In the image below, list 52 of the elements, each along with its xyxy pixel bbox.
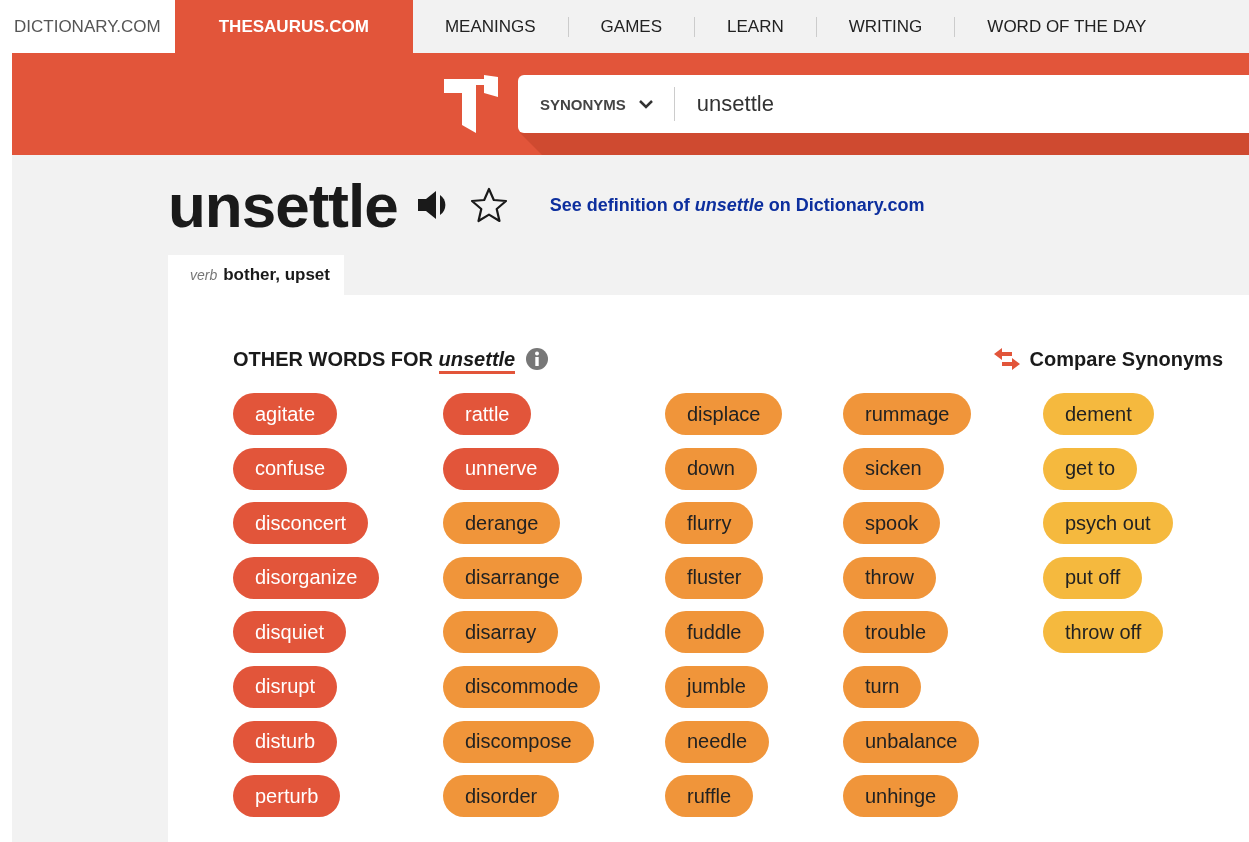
synonym-chip[interactable]: disrupt: [233, 665, 338, 708]
synonym-chip[interactable]: sicken: [843, 447, 944, 490]
synonym-chip[interactable]: disturb: [233, 720, 338, 763]
synonym-chip[interactable]: ruffle: [665, 775, 754, 818]
info-icon[interactable]: [525, 347, 550, 371]
synonym-chip[interactable]: throw off: [1043, 611, 1164, 654]
synonym-chip[interactable]: unnerve: [443, 447, 560, 490]
synonym-chip[interactable]: disarrange: [443, 556, 582, 599]
part-of-speech: verb: [190, 267, 218, 283]
star-icon[interactable]: [469, 187, 508, 223]
chevron-down-icon: [637, 99, 654, 109]
synonym-chip[interactable]: displace: [665, 393, 783, 435]
synonym-chip[interactable]: discompose: [443, 720, 594, 763]
synonym-chip[interactable]: perturb: [233, 775, 341, 818]
synonym-chip[interactable]: derange: [443, 502, 561, 545]
synonym-chip[interactable]: jumble: [665, 665, 768, 708]
synonym-chip[interactable]: unbalance: [843, 720, 980, 763]
synonym-chip[interactable]: psych out: [1043, 502, 1173, 545]
search-field[interactable]: SYNONYMS unsettle: [518, 75, 1249, 133]
section-heading: OTHER WORDS FOR unsettle: [233, 347, 516, 371]
headword: unsettle: [168, 169, 398, 241]
synonym-chip[interactable]: down: [665, 447, 757, 490]
synonym-chip[interactable]: disorder: [443, 775, 560, 818]
synonym-chip[interactable]: disorganize: [233, 556, 380, 599]
synonym-chip[interactable]: discommode: [443, 665, 601, 708]
nav-tab[interactable]: DICTIONARY.COM: [0, 0, 175, 53]
synonym-chip[interactable]: put off: [1043, 556, 1143, 599]
mode-dropdown[interactable]: SYNONYMS: [518, 87, 675, 121]
synonym-chip[interactable]: spook: [843, 502, 941, 545]
synonym-chip[interactable]: disquiet: [233, 611, 346, 654]
synonym-chip[interactable]: unhinge: [843, 775, 959, 818]
synonym-chip[interactable]: agitate: [233, 393, 338, 435]
synonym-chip[interactable]: trouble: [843, 611, 949, 654]
synonym-chip[interactable]: get to: [1043, 447, 1138, 490]
definition-link[interactable]: See definition of unsettle on Dictionary.com: [549, 194, 925, 216]
synonym-chip[interactable]: disconcert: [233, 502, 369, 545]
synonym-chip[interactable]: rattle: [443, 393, 532, 435]
synonym-chip[interactable]: fuddle: [665, 611, 764, 654]
synonym-chip[interactable]: fluster: [665, 556, 764, 599]
logo-icon: [444, 75, 498, 133]
sense-tab[interactable]: verb bother, upset: [168, 255, 344, 295]
synonym-chip[interactable]: needle: [665, 720, 770, 763]
synonym-chip[interactable]: flurry: [665, 502, 754, 545]
sense-label: bother, upset: [223, 265, 330, 285]
compare-synonyms-link[interactable]: Compare Synonyms: [991, 347, 1223, 371]
nav-tab[interactable]: THESAURUS.COM: [174, 0, 413, 53]
synonym-chip[interactable]: confuse: [233, 447, 348, 490]
synonym-chip[interactable]: rummage: [843, 393, 972, 435]
synonym-chip[interactable]: disarray: [443, 611, 559, 654]
synonym-chip[interactable]: dement: [1043, 393, 1154, 435]
synonym-chip[interactable]: throw: [843, 556, 936, 599]
synonym-chip[interactable]: turn: [843, 665, 922, 708]
